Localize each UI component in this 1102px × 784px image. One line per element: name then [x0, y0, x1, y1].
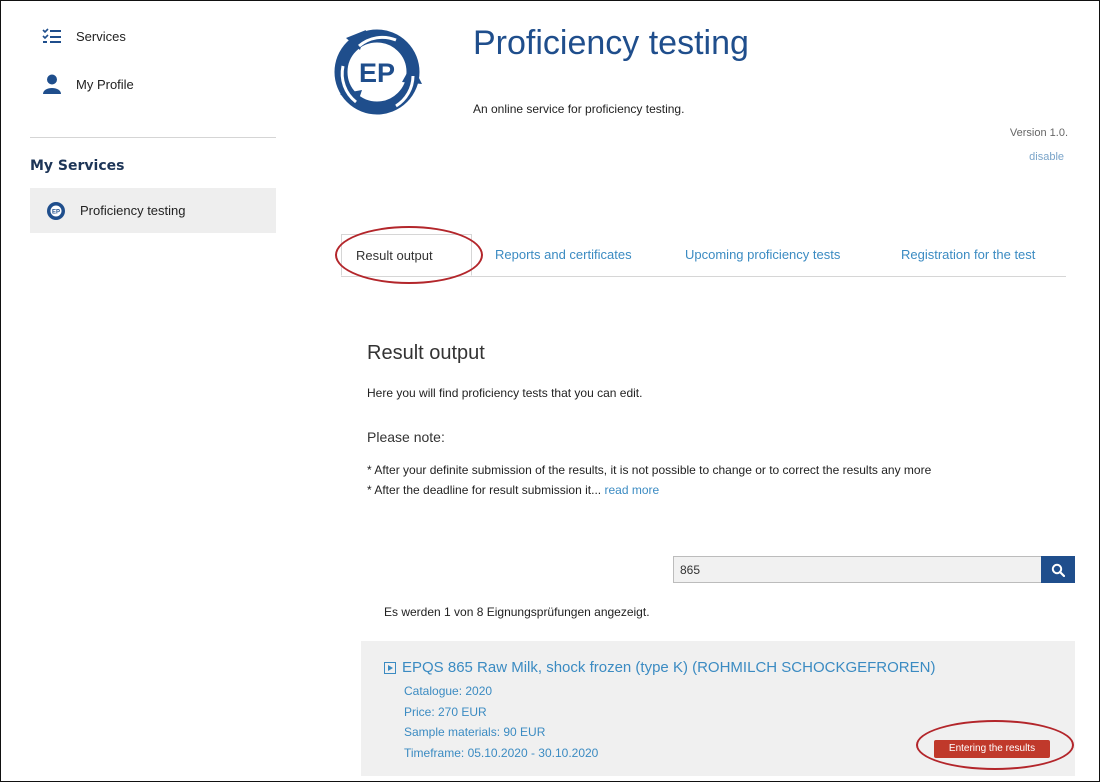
svg-text:EP: EP	[52, 209, 60, 215]
note-heading: Please note:	[367, 429, 445, 445]
section-title: Result output	[367, 342, 485, 364]
sidebar-item-my-profile[interactable]: My Profile	[30, 70, 276, 98]
disable-link[interactable]: disable	[1029, 151, 1064, 163]
sidebar-item-services[interactable]: Services	[30, 22, 276, 50]
expand-play-icon	[384, 661, 396, 674]
user-icon	[42, 74, 62, 94]
note-bullet: * After your definite submission of the …	[367, 463, 932, 477]
sidebar-item-label: Services	[76, 28, 126, 44]
result-sample-materials: Sample materials: 90 EUR	[404, 725, 546, 739]
tab-bar: Result output Reports and certificates U…	[341, 234, 1066, 277]
page-subtitle: An online service for proficiency testin…	[473, 102, 685, 116]
sidebar-divider	[30, 137, 276, 138]
search-button[interactable]	[1041, 556, 1075, 583]
results-count: Es werden 1 von 8 Eignungsprüfungen ange…	[384, 605, 650, 619]
search-icon	[1051, 563, 1065, 577]
note-bullet-text: * After the deadline for result submissi…	[367, 483, 602, 497]
logo-text: EP	[359, 58, 395, 88]
tab-reports-and-certificates[interactable]: Reports and certificates	[495, 234, 632, 276]
note-bullet: * After the deadline for result submissi…	[367, 483, 659, 497]
sidebar: Services My Profile	[30, 22, 276, 98]
page-title: Proficiency testing	[473, 24, 749, 62]
result-timeframe: Timeframe: 05.10.2020 - 30.10.2020	[404, 746, 599, 760]
tab-registration-for-the-test[interactable]: Registration for the test	[901, 234, 1035, 276]
tab-result-output[interactable]: Result output	[341, 234, 472, 276]
result-card: EPQS 865 Raw Milk, shock frozen (type K)…	[361, 641, 1075, 776]
result-title-link[interactable]: EPQS 865 Raw Milk, shock frozen (type K)…	[384, 659, 935, 676]
services-checklist-icon	[42, 26, 62, 46]
sidebar-item-label: Proficiency testing	[80, 203, 186, 218]
intro-text: Here you will find proficiency tests tha…	[367, 386, 643, 400]
result-price: Price: 270 EUR	[404, 705, 487, 719]
result-title: EPQS 865 Raw Milk, shock frozen (type K)…	[402, 659, 936, 676]
search-input[interactable]	[673, 556, 1041, 583]
sidebar-item-label: My Profile	[76, 76, 134, 92]
sidebar-item-proficiency-testing[interactable]: EP Proficiency testing	[30, 188, 276, 233]
read-more-link[interactable]: read more	[604, 483, 659, 497]
tab-upcoming-proficiency-tests[interactable]: Upcoming proficiency tests	[685, 234, 840, 276]
result-catalogue: Catalogue: 2020	[404, 684, 493, 698]
ep-logo: EP	[326, 24, 428, 120]
ep-logo-icon: EP	[46, 201, 66, 221]
search-bar	[673, 556, 1075, 583]
status-badge[interactable]: Entering the results	[934, 740, 1050, 758]
version-label: Version 1.0.	[1009, 127, 1068, 139]
my-services-heading: My Services	[30, 158, 125, 174]
